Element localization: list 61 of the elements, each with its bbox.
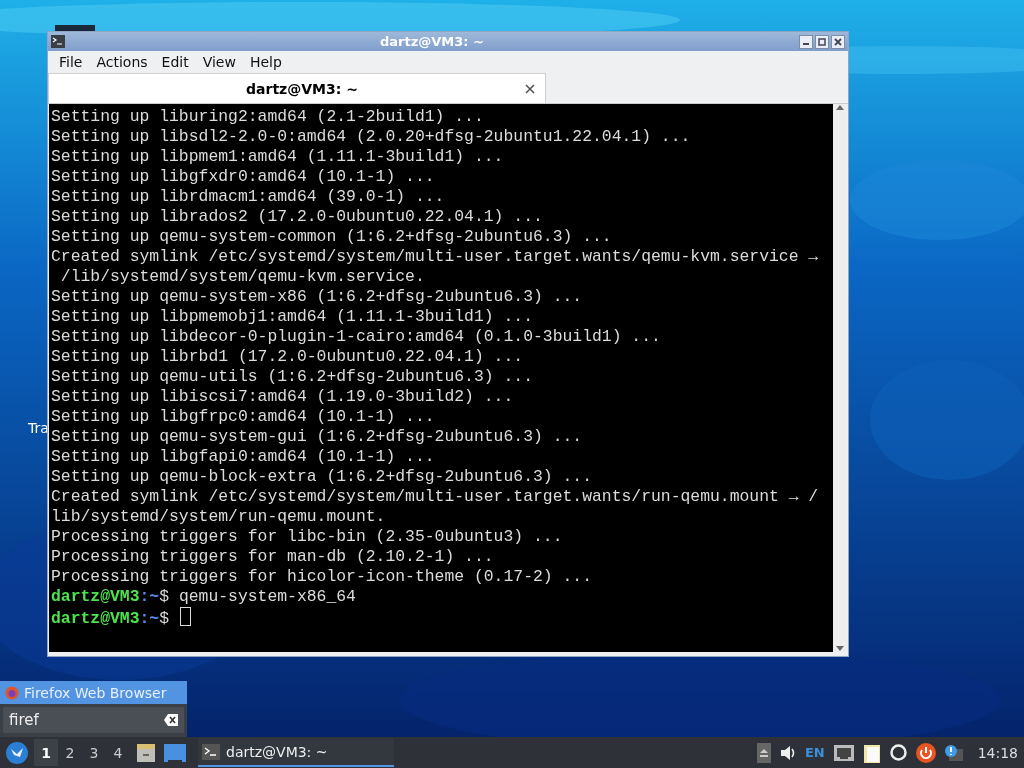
clock[interactable]: 14:18 xyxy=(977,744,1018,761)
search-field[interactable]: firef xyxy=(3,707,184,733)
clipboard-icon[interactable] xyxy=(862,742,881,763)
maximize-icon xyxy=(818,37,826,46)
terminal-line: Setting up librbd1 (17.2.0-0ubuntu0.22.04.1) ... xyxy=(51,347,525,367)
terminal-tab[interactable]: dartz@VM3: ~ xyxy=(48,73,546,103)
network-icon[interactable] xyxy=(833,744,854,761)
terminal-line: lib/systemd/system/run-qemu.mount. xyxy=(51,507,387,527)
terminal-line: Setting up libiscsi7:amd64 (1.19.0-3build2) ... xyxy=(51,387,515,407)
terminal-line: Setting up liburing2:amd64 (2.1-2build1) ... xyxy=(51,107,485,127)
menu-item[interactable]: View xyxy=(195,53,243,70)
terminal-line: Processing triggers for hicolor-icon-theme (0.17-2) ... xyxy=(51,567,593,587)
close-icon xyxy=(834,37,842,46)
eject-icon[interactable] xyxy=(756,742,771,763)
menu-item[interactable]: Edit xyxy=(154,53,196,70)
terminal-line: Created symlink /etc/systemd/system/multi-user.target.wants/run-qemu.mount → / xyxy=(51,487,820,507)
power-icon[interactable] xyxy=(915,742,936,763)
terminal-line: Created symlink /etc/systemd/system/multi-user.target.wants/qemu-kvm.service → xyxy=(51,247,820,267)
terminal-line: Setting up libpmemobj1:amd64 (1.11.1-3build1) ... xyxy=(51,307,534,327)
terminal-line: Setting up libsdl2-2.0-0:amd64 (2.0.20+dfsg-2ubuntu1.22.04.1) ... xyxy=(51,127,692,147)
terminal-prompt-line: dartz@VM3:~$ qemu-system-x86_64 xyxy=(51,587,357,607)
taskbar-task[interactable]: dartz@VM3: ~ xyxy=(198,738,394,767)
terminal-line: Setting up libpmem1:amd64 (1.11.1-3build1) ... xyxy=(51,147,505,167)
terminal-line: Setting up libgfapi0:amd64 (10.1-1) ... xyxy=(51,447,436,467)
terminal-line: Setting up librdmacm1:amd64 (39.0-1) ... xyxy=(51,187,446,207)
keyboard-layout[interactable]: EN xyxy=(804,745,825,760)
scroll-down-icon[interactable] xyxy=(836,646,844,652)
terminal-icon xyxy=(51,35,65,48)
terminal-prompt-line: dartz@VM3:~$ xyxy=(51,607,833,629)
alert-icon[interactable] xyxy=(944,744,963,761)
menu-item[interactable]: File xyxy=(52,53,90,70)
terminal-line: Setting up qemu-block-extra (1:6.2+dfsg-2ubuntu6.3) ... xyxy=(51,467,593,487)
terminal-line: Setting up qemu-system-gui (1:6.2+dfsg-2ubuntu6.3) ... xyxy=(51,427,584,447)
terminal-icon xyxy=(202,743,220,760)
clear-icon[interactable] xyxy=(164,714,178,726)
browser-icon xyxy=(5,685,19,700)
terminal-line: Setting up librados2 (17.2.0-0ubuntu0.22.04.1) ... xyxy=(51,207,544,227)
minimize-button[interactable] xyxy=(799,34,813,49)
terminal-line: Processing triggers for man-db (2.10.2-1) ... xyxy=(51,547,495,567)
close-button[interactable] xyxy=(831,34,845,49)
desktop-icon[interactable] xyxy=(164,743,186,762)
workspace-button[interactable]: 1 xyxy=(34,739,58,766)
terminal-line: Processing triggers for libc-bin (2.35-0ubuntu3) ... xyxy=(51,527,564,547)
scroll-up-icon[interactable] xyxy=(836,104,844,110)
menu-item[interactable]: Actions xyxy=(89,53,155,70)
volume-icon[interactable] xyxy=(779,744,796,761)
terminal-line: Setting up qemu-system-x86 (1:6.2+dfsg-2ubuntu6.3) ... xyxy=(51,287,584,307)
file-cabinet-icon[interactable] xyxy=(136,742,156,763)
terminal-line: Setting up qemu-system-common (1:6.2+dfsg-2ubuntu6.3) ... xyxy=(51,227,613,247)
terminal-line: Setting up qemu-utils (1:6.2+dfsg-2ubuntu6.3) ... xyxy=(51,367,534,387)
maximize-button[interactable] xyxy=(815,34,829,49)
terminal-line: /lib/systemd/system/qemu-kvm.service. xyxy=(59,267,426,287)
menu-item[interactable]: Help xyxy=(242,53,289,70)
workspace-button[interactable]: 4 xyxy=(106,739,130,766)
workspace-button[interactable]: 3 xyxy=(82,739,106,766)
scrollbar[interactable] xyxy=(833,104,847,652)
terminal-line: Setting up libgfrpc0:amd64 (10.1-1) ... xyxy=(51,407,436,427)
workspace-button[interactable]: 2 xyxy=(58,739,82,766)
terminal-line: Setting up libgfxdr0:amd64 (10.1-1) ... xyxy=(51,167,436,187)
window-title: dartz@VM3: ~ xyxy=(379,34,485,49)
terminal-line: Setting up libdecor-0-plugin-1-cairo:amd64 (0.1.0-3build1) ... xyxy=(51,327,662,347)
